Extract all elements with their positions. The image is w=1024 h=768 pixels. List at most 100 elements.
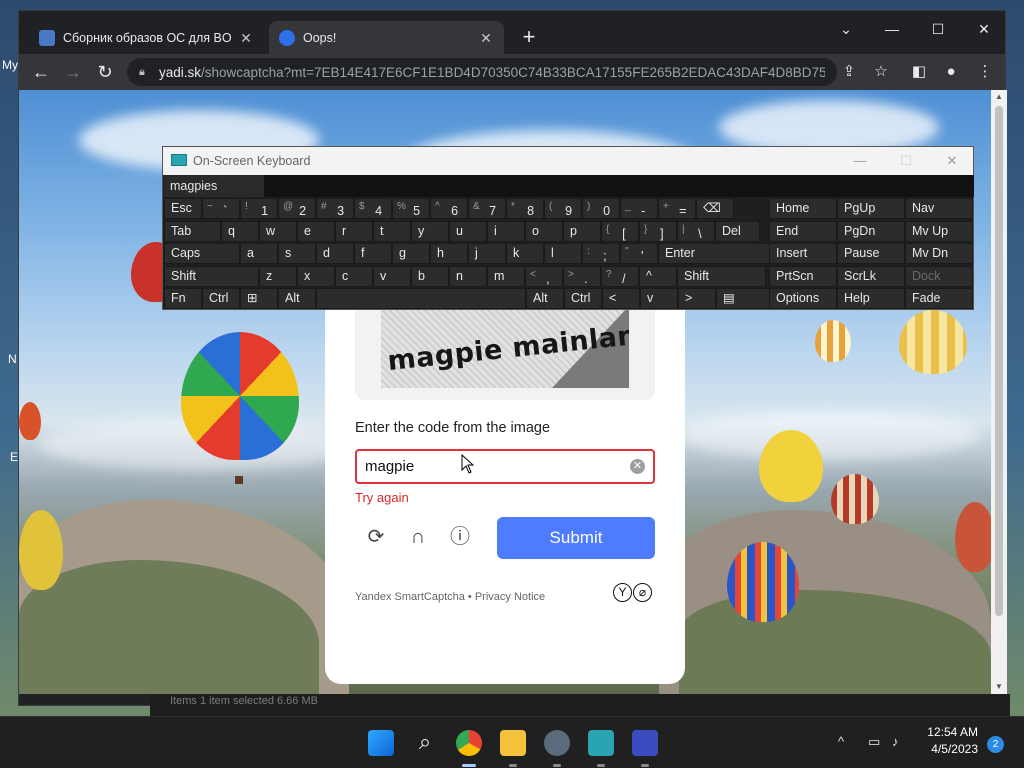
network-icon[interactable]: ▭ — [868, 734, 880, 750]
monitor-icon[interactable] — [632, 730, 658, 756]
tab-inactive[interactable]: Сборник образов ОС для BOCH ✕ — [29, 21, 264, 54]
osk-key-8[interactable]: * 8 — [506, 198, 544, 219]
osk-key-u[interactable]: u — [449, 220, 487, 242]
minimize-button[interactable]: — — [869, 15, 915, 43]
osk-key-y[interactable]: y — [411, 220, 449, 242]
audio-captcha-icon[interactable]: ∩ — [405, 524, 431, 550]
on-screen-keyboard-taskbar-icon[interactable] — [588, 730, 614, 756]
osk-key-^[interactable]: ^ — [639, 265, 677, 287]
osk-key-scrlk[interactable]: ScrLk — [837, 265, 905, 287]
tab-close-icon[interactable]: ✕ — [238, 30, 254, 46]
osk-key-v[interactable]: v — [373, 265, 411, 287]
chevron-up-icon[interactable]: ^ — [838, 734, 844, 749]
osk-key-<[interactable]: < — [602, 288, 640, 309]
osk-key-space[interactable] — [316, 288, 526, 309]
osk-key-dock[interactable]: Dock — [905, 265, 973, 287]
file-explorer-icon[interactable] — [500, 730, 526, 756]
osk-key-1[interactable]: ! 1 — [240, 198, 278, 219]
osk-key-help[interactable]: Help — [837, 288, 905, 309]
osk-titlebar[interactable]: On-Screen Keyboard — ☐ ✕ — [163, 147, 973, 175]
address-bar[interactable]: 🔒︎ yadi.sk/showcaptcha?mt=7EB14E417E6CF1… — [127, 58, 837, 86]
osk-key-`[interactable]: ~ ` — [202, 198, 240, 219]
osk-key-caps[interactable]: Caps — [164, 243, 240, 264]
osk-key-n[interactable]: n — [449, 265, 487, 287]
osk-key-esc[interactable]: Esc — [164, 198, 202, 219]
osk-key-'[interactable]: " ' — [620, 243, 658, 264]
osk-maximize-button[interactable]: ☐ — [883, 147, 929, 175]
osk-key->[interactable]: > — [678, 288, 716, 309]
settings-icon[interactable] — [544, 730, 570, 756]
sidepanel-icon[interactable]: ◧ — [907, 60, 931, 84]
clear-input-icon[interactable]: ✕ — [630, 459, 645, 474]
osk-key-h[interactable]: h — [430, 243, 468, 264]
osk-key-5[interactable]: % 5 — [392, 198, 430, 219]
submit-button[interactable]: Submit — [497, 517, 655, 559]
osk-key-w[interactable]: w — [259, 220, 297, 242]
osk-key-a[interactable]: a — [240, 243, 278, 264]
tab-search-button[interactable]: ⌄ — [823, 15, 869, 43]
page-scrollbar[interactable]: ▲ ▼ — [991, 90, 1007, 694]
osk-key-tab[interactable]: Tab — [164, 220, 221, 242]
osk-key-k[interactable]: k — [506, 243, 544, 264]
osk-key-b[interactable]: b — [411, 265, 449, 287]
osk-key-3[interactable]: #3 — [316, 198, 354, 219]
osk-key-nav[interactable]: Nav — [905, 198, 973, 219]
osk-key-\[interactable]: | \ — [677, 220, 715, 242]
volume-icon[interactable]: ♪ — [892, 734, 899, 749]
osk-key-/[interactable]: ? / — [601, 265, 639, 287]
osk-key-x[interactable]: x — [297, 265, 335, 287]
osk-key-=[interactable]: + = — [658, 198, 696, 219]
osk-key-insert[interactable]: Insert — [769, 243, 837, 264]
osk-key-d[interactable]: d — [316, 243, 354, 264]
osk-key-alt[interactable]: Alt — [526, 288, 564, 309]
osk-key-6[interactable]: ^ 6 — [430, 198, 468, 219]
osk-key-▤[interactable]: ▤ — [716, 288, 776, 309]
close-window-button[interactable]: ✕ — [961, 15, 1007, 43]
captcha-input[interactable]: magpie ✕ — [355, 449, 655, 484]
osk-key-[[interactable]: {[ — [601, 220, 639, 242]
osk-key-enter[interactable]: Enter — [658, 243, 785, 264]
windows-start-icon[interactable] — [368, 730, 394, 756]
osk-key-0[interactable]: ) 0 — [582, 198, 620, 219]
tab-close-icon[interactable]: ✕ — [478, 30, 494, 46]
osk-key-,[interactable]: <, — [525, 265, 563, 287]
osk-close-button[interactable]: ✕ — [929, 147, 975, 175]
osk-key-z[interactable]: z — [259, 265, 297, 287]
osk-key-end[interactable]: End — [769, 220, 837, 242]
osk-key--[interactable]: _ - — [620, 198, 658, 219]
profile-icon[interactable]: ● — [939, 60, 963, 84]
osk-key-g[interactable]: g — [392, 243, 430, 264]
osk-key-l[interactable]: l — [544, 243, 582, 264]
osk-key-.[interactable]: >. — [563, 265, 601, 287]
osk-key-fade[interactable]: Fade — [905, 288, 973, 309]
reload-button[interactable]: ↻ — [93, 60, 117, 84]
smartcaptcha-link[interactable]: Yandex SmartCaptcha — [355, 591, 465, 603]
osk-key-ctrl[interactable]: Ctrl — [564, 288, 602, 309]
osk-key-c[interactable]: c — [335, 265, 373, 287]
osk-key-][interactable]: }] — [639, 220, 677, 242]
search-icon[interactable]: ⌕ — [412, 730, 438, 756]
osk-key-alt[interactable]: Alt — [278, 288, 316, 309]
osk-key-options[interactable]: Options — [769, 288, 837, 309]
tab-active[interactable]: Oops! ✕ — [269, 21, 504, 54]
osk-key-t[interactable]: t — [373, 220, 411, 242]
lock-icon[interactable]: 🔒︎ — [139, 66, 151, 78]
osk-key-f[interactable]: f — [354, 243, 392, 264]
osk-key-9[interactable]: (9 — [544, 198, 582, 219]
osk-key-fn[interactable]: Fn — [164, 288, 202, 309]
osk-minimize-button[interactable]: — — [837, 147, 883, 175]
osk-key-o[interactable]: o — [525, 220, 563, 242]
osk-key-e[interactable]: e — [297, 220, 335, 242]
osk-key-pgdn[interactable]: PgDn — [837, 220, 905, 242]
osk-key-i[interactable]: i — [487, 220, 525, 242]
menu-icon[interactable]: ⋮ — [973, 60, 997, 84]
osk-key-2[interactable]: @2 — [278, 198, 316, 219]
new-tab-button[interactable]: + — [517, 26, 541, 50]
osk-key-prtscn[interactable]: PrtScn — [769, 265, 837, 287]
osk-key-del[interactable]: Del — [715, 220, 760, 242]
osk-key-7[interactable]: & 7 — [468, 198, 506, 219]
scroll-thumb[interactable] — [995, 106, 1003, 616]
osk-key-p[interactable]: p — [563, 220, 601, 242]
forward-button[interactable]: → — [61, 60, 85, 84]
osk-key-r[interactable]: r — [335, 220, 373, 242]
